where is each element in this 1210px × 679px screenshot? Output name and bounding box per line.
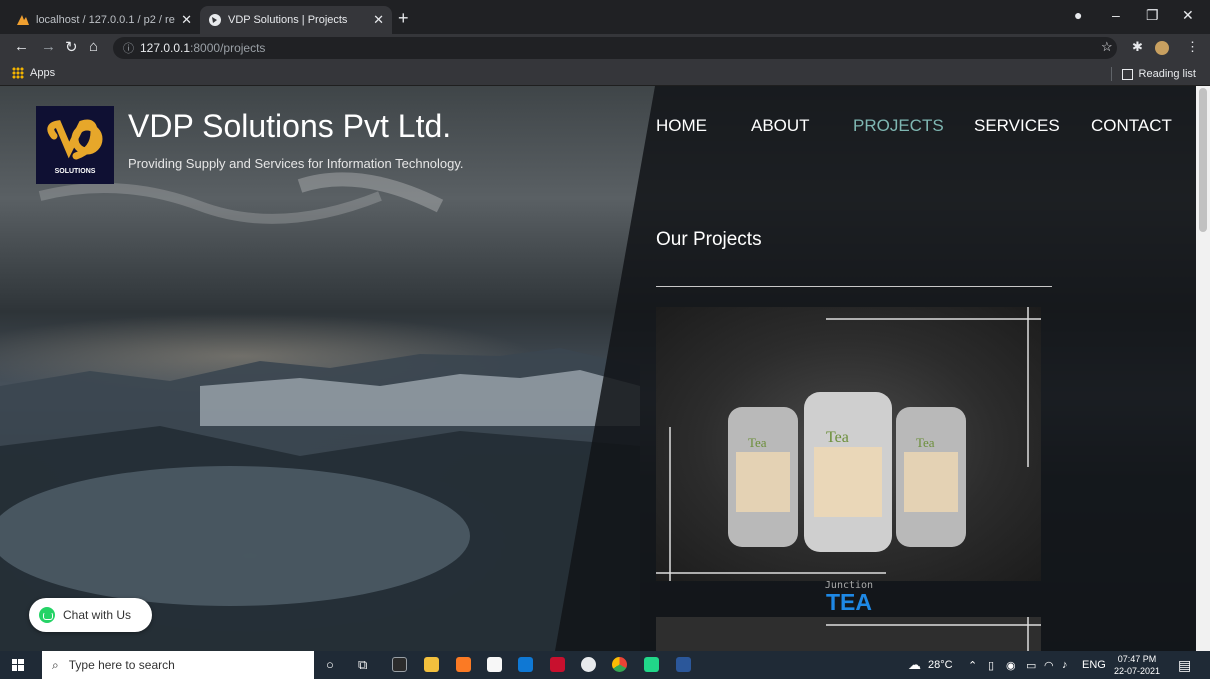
forward-icon[interactable]: →	[41, 38, 56, 55]
reading-list-label: Reading list	[1138, 68, 1196, 80]
windows-taskbar: ⌕ Type here to search ○ ⧉ ☁ 28°C ⌃ ▯ ◉ ▭…	[0, 651, 1210, 679]
url-host: 127.0.0.1	[140, 41, 191, 55]
bookmarks-bar: Apps Reading list	[0, 62, 1210, 86]
section-title: Our Projects	[656, 229, 762, 250]
taskbar-search-box[interactable]: ⌕ Type here to search	[42, 651, 314, 679]
nav-about[interactable]: ABOUT	[751, 116, 810, 136]
word-icon[interactable]	[676, 657, 691, 672]
caption-big: TEA	[826, 589, 872, 615]
search-placeholder: Type here to search	[68, 658, 175, 672]
browser-icon[interactable]	[581, 657, 596, 672]
close-tab-icon[interactable]: ✕	[373, 12, 384, 28]
project-image-preview	[826, 617, 1041, 651]
tray-app-icon[interactable]: ▯	[988, 659, 994, 672]
can-label: Tea	[826, 429, 849, 446]
avatar[interactable]	[1155, 41, 1169, 55]
weather-icon[interactable]: ☁	[908, 657, 921, 673]
project-caption: Junction TEA	[656, 580, 1052, 616]
task-view-icon[interactable]: ⧉	[358, 657, 367, 673]
vdp-logo-icon: SOLUTIONS	[47, 119, 103, 175]
windows-start-icon[interactable]	[12, 659, 24, 671]
apps-grid-icon	[12, 67, 24, 79]
chat-label: Chat with Us	[63, 608, 132, 622]
apps-shortcut[interactable]: Apps	[12, 67, 55, 79]
bookmark-star-icon[interactable]: ☆	[1101, 39, 1113, 55]
tea-cans-image: Tea Tea Tea	[656, 307, 1041, 581]
nav-contact[interactable]: CONTACT	[1091, 116, 1172, 136]
globe-icon	[209, 14, 221, 26]
nav-services[interactable]: SERVICES	[974, 116, 1060, 136]
phpmyadmin-icon	[17, 15, 29, 25]
company-logo[interactable]: SOLUTIONS	[36, 106, 114, 184]
show-hidden-icons-icon[interactable]: ⌃	[968, 659, 977, 672]
url-path: :8000/projects	[190, 41, 266, 55]
home-icon[interactable]: ⌂	[89, 38, 98, 55]
extensions-icon[interactable]: ✱	[1132, 39, 1143, 55]
mcafee-icon[interactable]	[550, 657, 565, 672]
reading-list-button[interactable]: Reading list	[1110, 67, 1196, 81]
tab-phpmyadmin[interactable]: localhost / 127.0.0.1 / p2 / review ✕	[8, 6, 200, 34]
minimize-icon[interactable]: –	[1112, 7, 1120, 23]
chrome-icon[interactable]	[612, 657, 627, 672]
language-indicator[interactable]: ENG	[1082, 659, 1106, 671]
pycharm-icon[interactable]	[644, 657, 659, 672]
tab-title: VDP Solutions | Projects	[228, 14, 348, 26]
site-brand-title: VDP Solutions Pvt Ltd.	[128, 108, 452, 144]
people-icon[interactable]: ◉	[1006, 659, 1016, 672]
clock-date: 22-07-2021	[1114, 666, 1161, 676]
site-tagline: Providing Supply and Services for Inform…	[128, 156, 464, 171]
terminal-icon[interactable]	[392, 657, 407, 672]
browser-toolbar: ← → ↻ ⌂ ⓘ 127.0.0.1:8000/projects ☆ ✱ ⋮	[0, 34, 1210, 62]
taskbar-clock[interactable]: 07:47 PM 22-07-2021	[1114, 653, 1160, 677]
new-tab-button[interactable]: +	[398, 8, 409, 29]
page-scrollbar[interactable]	[1196, 86, 1210, 651]
mail-icon[interactable]	[518, 657, 533, 672]
tab-title: localhost / 127.0.0.1 / p2 / review	[36, 14, 175, 26]
reload-icon[interactable]: ↻	[65, 38, 78, 56]
project-image-2[interactable]	[656, 617, 1041, 651]
close-window-icon[interactable]: ✕	[1182, 7, 1194, 24]
store-icon[interactable]	[487, 657, 502, 672]
apps-label: Apps	[30, 67, 56, 79]
reading-list-icon	[1121, 68, 1133, 80]
restore-icon[interactable]: ❐	[1146, 7, 1159, 24]
can-label: Tea	[748, 435, 767, 450]
divider	[1110, 67, 1112, 81]
nav-projects[interactable]: PROJECTS	[853, 116, 944, 136]
menu-icon[interactable]: ⋮	[1186, 39, 1199, 55]
site-info-icon[interactable]: ⓘ	[123, 40, 134, 56]
close-tab-icon[interactable]: ✕	[181, 12, 192, 28]
chat-with-us-button[interactable]: Chat with Us	[29, 598, 152, 632]
can-label: Tea	[916, 435, 935, 450]
logo-text: SOLUTIONS	[55, 168, 96, 175]
screen: localhost / 127.0.0.1 / p2 / review ✕ VD…	[0, 0, 1210, 679]
clock-time: 07:47 PM	[1117, 654, 1157, 664]
scrollbar-thumb[interactable]	[1199, 88, 1207, 232]
tab-vdp-projects[interactable]: VDP Solutions | Projects ✕	[200, 6, 392, 34]
page-viewport: SOLUTIONS VDP Solutions Pvt Ltd. Providi…	[0, 86, 1196, 651]
address-bar[interactable]: ⓘ 127.0.0.1:8000/projects	[113, 37, 1117, 59]
nav-home[interactable]: HOME	[656, 116, 707, 136]
notifications-icon[interactable]: ▤	[1178, 657, 1191, 674]
whatsapp-icon	[39, 607, 55, 623]
volume-icon[interactable]: ♪	[1062, 659, 1068, 671]
file-explorer-icon[interactable]	[424, 657, 439, 672]
back-icon[interactable]: ←	[14, 38, 29, 55]
battery-icon[interactable]: ▭	[1026, 659, 1036, 672]
browser-tab-strip: localhost / 127.0.0.1 / p2 / review ✕ VD…	[0, 0, 1210, 34]
cortana-icon[interactable]: ○	[326, 657, 334, 672]
wifi-icon[interactable]: ◠	[1044, 659, 1054, 672]
weather-temp[interactable]: 28°C	[928, 659, 953, 671]
divider	[656, 286, 1052, 287]
xampp-icon[interactable]	[456, 657, 471, 672]
project-image[interactable]: Tea Tea Tea	[656, 307, 1041, 581]
search-icon: ⌕	[52, 657, 59, 672]
profile-record-icon[interactable]: ●	[1074, 7, 1082, 23]
